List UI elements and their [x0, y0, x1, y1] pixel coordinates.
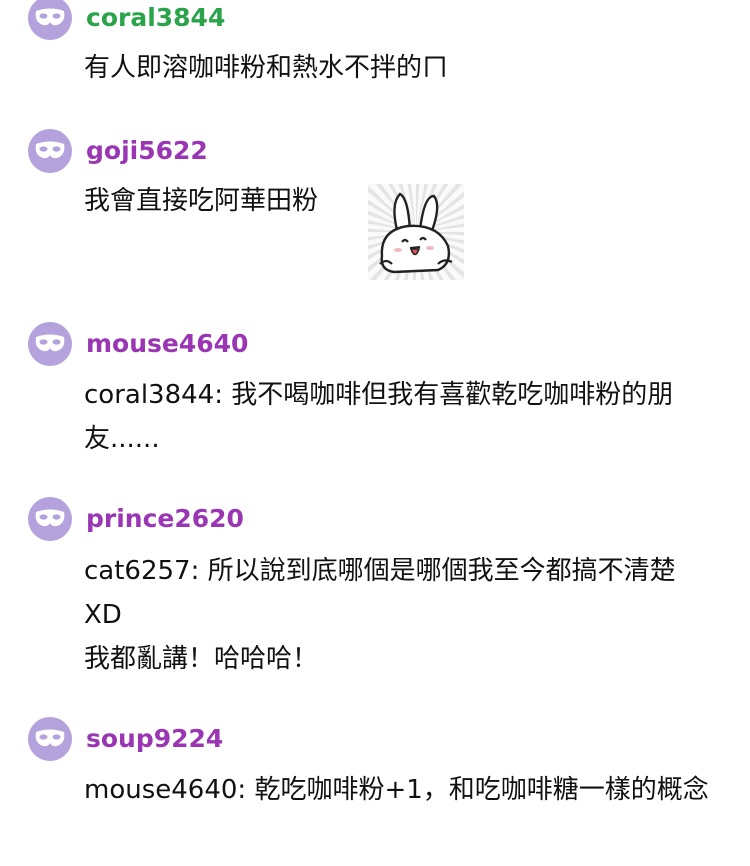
mask-icon — [35, 729, 65, 747]
mask-icon — [35, 8, 65, 26]
mask-icon — [35, 509, 65, 527]
comment-text: 有人即溶咖啡粉和熱水不拌的ㄇ — [84, 53, 449, 83]
avatar[interactable] — [28, 717, 72, 761]
username[interactable]: coral3844 — [86, 3, 225, 33]
username[interactable]: goji5622 — [86, 136, 208, 166]
comment-text: coral3844: 我不喝咖啡但我有喜歡乾吃咖啡粉的朋友...... — [84, 380, 674, 454]
avatar[interactable] — [28, 322, 72, 366]
avatar[interactable] — [28, 0, 72, 40]
username[interactable]: mouse4640 — [86, 329, 248, 359]
mask-icon — [35, 334, 65, 352]
comment-text: cat6257: 所以說到底哪個是哪個我至今都搞不清楚XD 我都亂講！哈哈哈！ — [84, 556, 676, 674]
comment-text: mouse4640: 乾吃咖啡粉+1，和吃咖啡糖一樣的概念 — [84, 775, 709, 805]
avatar[interactable] — [28, 497, 72, 541]
rabbit-sticker-icon — [368, 184, 464, 280]
username[interactable]: soup9224 — [86, 724, 223, 754]
avatar[interactable] — [28, 129, 72, 173]
username[interactable]: prince2620 — [86, 504, 244, 534]
mask-icon — [35, 141, 65, 159]
